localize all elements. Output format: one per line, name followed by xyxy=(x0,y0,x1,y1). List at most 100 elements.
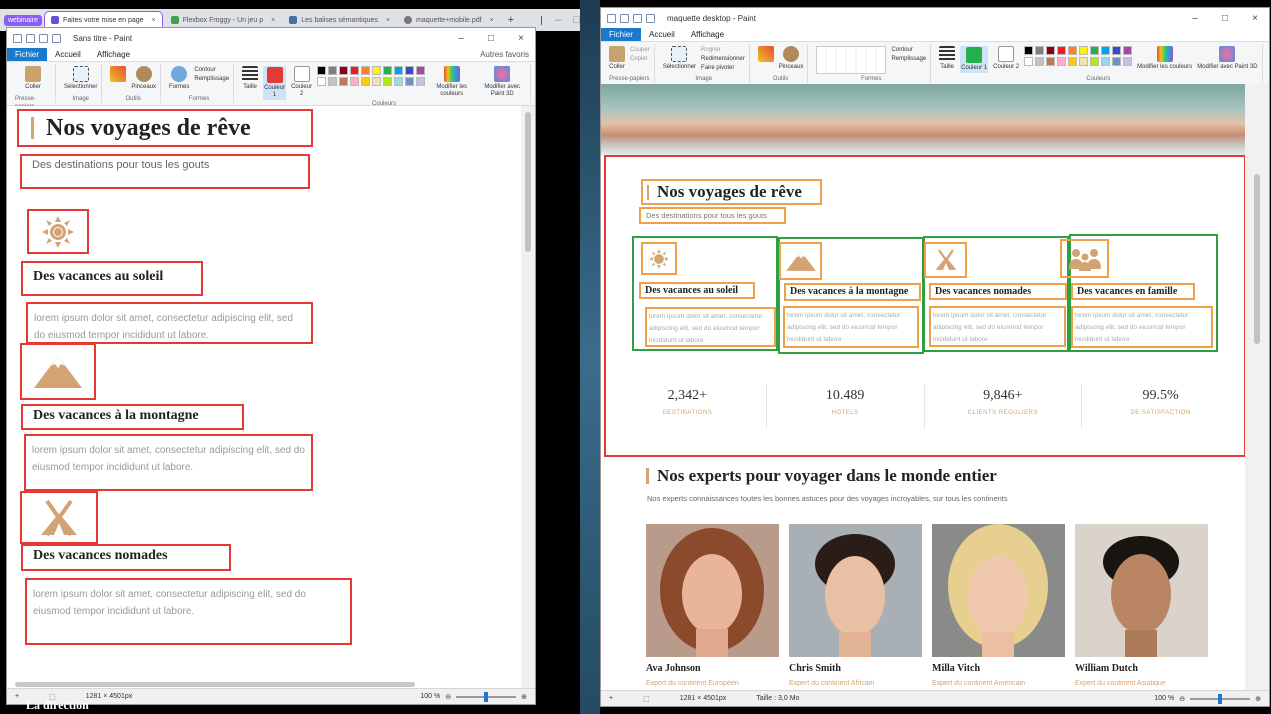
minimize-button[interactable]: – xyxy=(1187,13,1203,24)
swatch[interactable] xyxy=(1101,57,1111,66)
maximize-icon[interactable]: □ xyxy=(573,14,580,26)
save-icon[interactable] xyxy=(620,13,629,23)
paint3d-button[interactable]: Modifier avec Paint 3D xyxy=(478,66,526,98)
zoom-in-button[interactable]: ⊕ xyxy=(521,693,527,701)
swatch[interactable] xyxy=(1046,57,1056,66)
color2-button[interactable]: Couleur 2 xyxy=(993,46,1019,71)
outline-dropdown[interactable]: Contour xyxy=(194,66,229,75)
swatch[interactable] xyxy=(361,66,371,75)
pencil-tool[interactable] xyxy=(757,46,774,64)
paint-canvas-left[interactable]: Nos voyages de rêve Des destinations pou… xyxy=(7,106,522,690)
tab-affichage[interactable]: Affichage xyxy=(89,48,138,61)
swatch[interactable] xyxy=(328,77,338,86)
fill-dropdown[interactable]: Remplissage xyxy=(891,55,926,64)
swatch[interactable] xyxy=(383,66,393,75)
swatch[interactable] xyxy=(317,77,327,86)
swatch[interactable] xyxy=(361,77,371,86)
shapes-button[interactable]: Formes xyxy=(169,66,189,91)
minimize-icon[interactable]: – xyxy=(555,14,561,26)
select-button[interactable]: Sélectionner xyxy=(663,46,696,71)
color1-button[interactable]: Couleur 1 xyxy=(960,46,989,73)
swatch[interactable] xyxy=(1090,46,1100,55)
swatch[interactable] xyxy=(416,77,426,86)
edit-colors-button[interactable]: Modifier les couleurs xyxy=(1137,46,1192,71)
close-button[interactable]: × xyxy=(513,33,529,44)
swatch[interactable] xyxy=(1123,57,1133,66)
swatch[interactable] xyxy=(1123,46,1133,55)
swatch[interactable] xyxy=(405,66,415,75)
swatch[interactable] xyxy=(372,66,382,75)
close-icon[interactable]: × xyxy=(152,17,156,24)
redo-icon[interactable] xyxy=(646,13,655,23)
swatch[interactable] xyxy=(1079,57,1089,66)
redo-icon[interactable] xyxy=(52,33,61,43)
tab-affichage[interactable]: Affichage xyxy=(683,28,732,41)
swatch[interactable] xyxy=(372,77,382,86)
swatch[interactable] xyxy=(1112,46,1122,55)
zoom-slider[interactable] xyxy=(1190,693,1251,704)
swatch[interactable] xyxy=(1057,46,1067,55)
swatch[interactable] xyxy=(394,77,404,86)
add-icon[interactable]: + xyxy=(15,693,19,700)
swatch[interactable] xyxy=(350,77,360,86)
close-icon[interactable]: × xyxy=(386,17,390,24)
swatch[interactable] xyxy=(1046,46,1056,55)
scrollbar-thumb[interactable] xyxy=(525,112,531,252)
swatch[interactable] xyxy=(1035,46,1045,55)
fill-dropdown[interactable]: Remplissage xyxy=(194,75,229,84)
zoom-in-button[interactable]: ⊕ xyxy=(1255,695,1261,703)
tab-accueil[interactable]: Accueil xyxy=(47,48,89,61)
swatch[interactable] xyxy=(1035,57,1045,66)
paste-button[interactable]: Coller xyxy=(609,46,625,71)
swatch[interactable] xyxy=(1112,57,1122,66)
brushes-button[interactable]: Pinceaux xyxy=(131,66,156,91)
undo-icon[interactable] xyxy=(633,13,642,23)
undo-icon[interactable] xyxy=(39,33,48,43)
swatch[interactable] xyxy=(339,77,349,86)
shapes-gallery[interactable] xyxy=(816,46,887,74)
maximize-button[interactable]: □ xyxy=(1217,13,1233,24)
swatch[interactable] xyxy=(328,66,338,75)
resize-button[interactable]: Redimensionner xyxy=(701,55,745,64)
swatch[interactable] xyxy=(1024,57,1034,66)
swatch[interactable] xyxy=(1090,57,1100,66)
color1-button[interactable]: Couleur 1 xyxy=(263,66,287,100)
rotate-button[interactable]: Faire pivoter xyxy=(701,64,745,73)
zoom-slider-thumb[interactable] xyxy=(1218,693,1223,704)
horizontal-scrollbar[interactable] xyxy=(15,682,415,687)
paint3d-button[interactable]: Modifier avec Paint 3D xyxy=(1197,46,1258,71)
vertical-scrollbar[interactable] xyxy=(1245,84,1269,692)
zoom-out-button[interactable]: ⊖ xyxy=(1179,695,1185,703)
edit-colors-button[interactable]: Modifier les couleurs xyxy=(430,66,473,98)
tab-fichier[interactable]: Fichier xyxy=(601,28,642,41)
swatch[interactable] xyxy=(1079,46,1089,55)
copy-button[interactable]: Copier xyxy=(630,55,650,64)
outline-dropdown[interactable]: Contour xyxy=(891,46,926,55)
maximize-button[interactable]: □ xyxy=(483,33,499,44)
swatch[interactable] xyxy=(317,66,327,75)
zoom-out-button[interactable]: ⊖ xyxy=(445,693,451,701)
tab-accueil[interactable]: Accueil xyxy=(641,28,683,41)
paste-button[interactable]: Coller xyxy=(24,66,41,91)
new-tab-button[interactable]: + xyxy=(508,14,514,26)
tab-group-webinaire[interactable]: webinaire xyxy=(4,14,42,26)
swatch[interactable] xyxy=(1068,57,1078,66)
swatch[interactable] xyxy=(1068,46,1078,55)
cut-button[interactable]: Couper xyxy=(630,46,650,55)
brushes-button[interactable]: Pinceaux xyxy=(779,46,803,71)
swatch[interactable] xyxy=(394,66,404,75)
swatch[interactable] xyxy=(350,66,360,75)
vertical-scrollbar[interactable] xyxy=(521,106,535,690)
close-icon[interactable]: × xyxy=(490,17,494,24)
zoom-slider[interactable] xyxy=(456,691,517,702)
tab-fichier[interactable]: Fichier xyxy=(7,48,48,61)
save-icon[interactable] xyxy=(26,33,35,43)
swatch[interactable] xyxy=(416,66,426,75)
close-icon[interactable]: × xyxy=(271,17,275,24)
swatch[interactable] xyxy=(339,66,349,75)
paint-canvas-right[interactable]: Nos voyages de rêve Des destinations pou… xyxy=(601,84,1247,692)
crop-button[interactable]: Rogner xyxy=(701,46,745,55)
size-button[interactable]: Taille xyxy=(939,46,956,71)
bookmarks-label[interactable]: Autres favoris xyxy=(480,48,535,61)
swatch[interactable] xyxy=(1024,46,1034,55)
